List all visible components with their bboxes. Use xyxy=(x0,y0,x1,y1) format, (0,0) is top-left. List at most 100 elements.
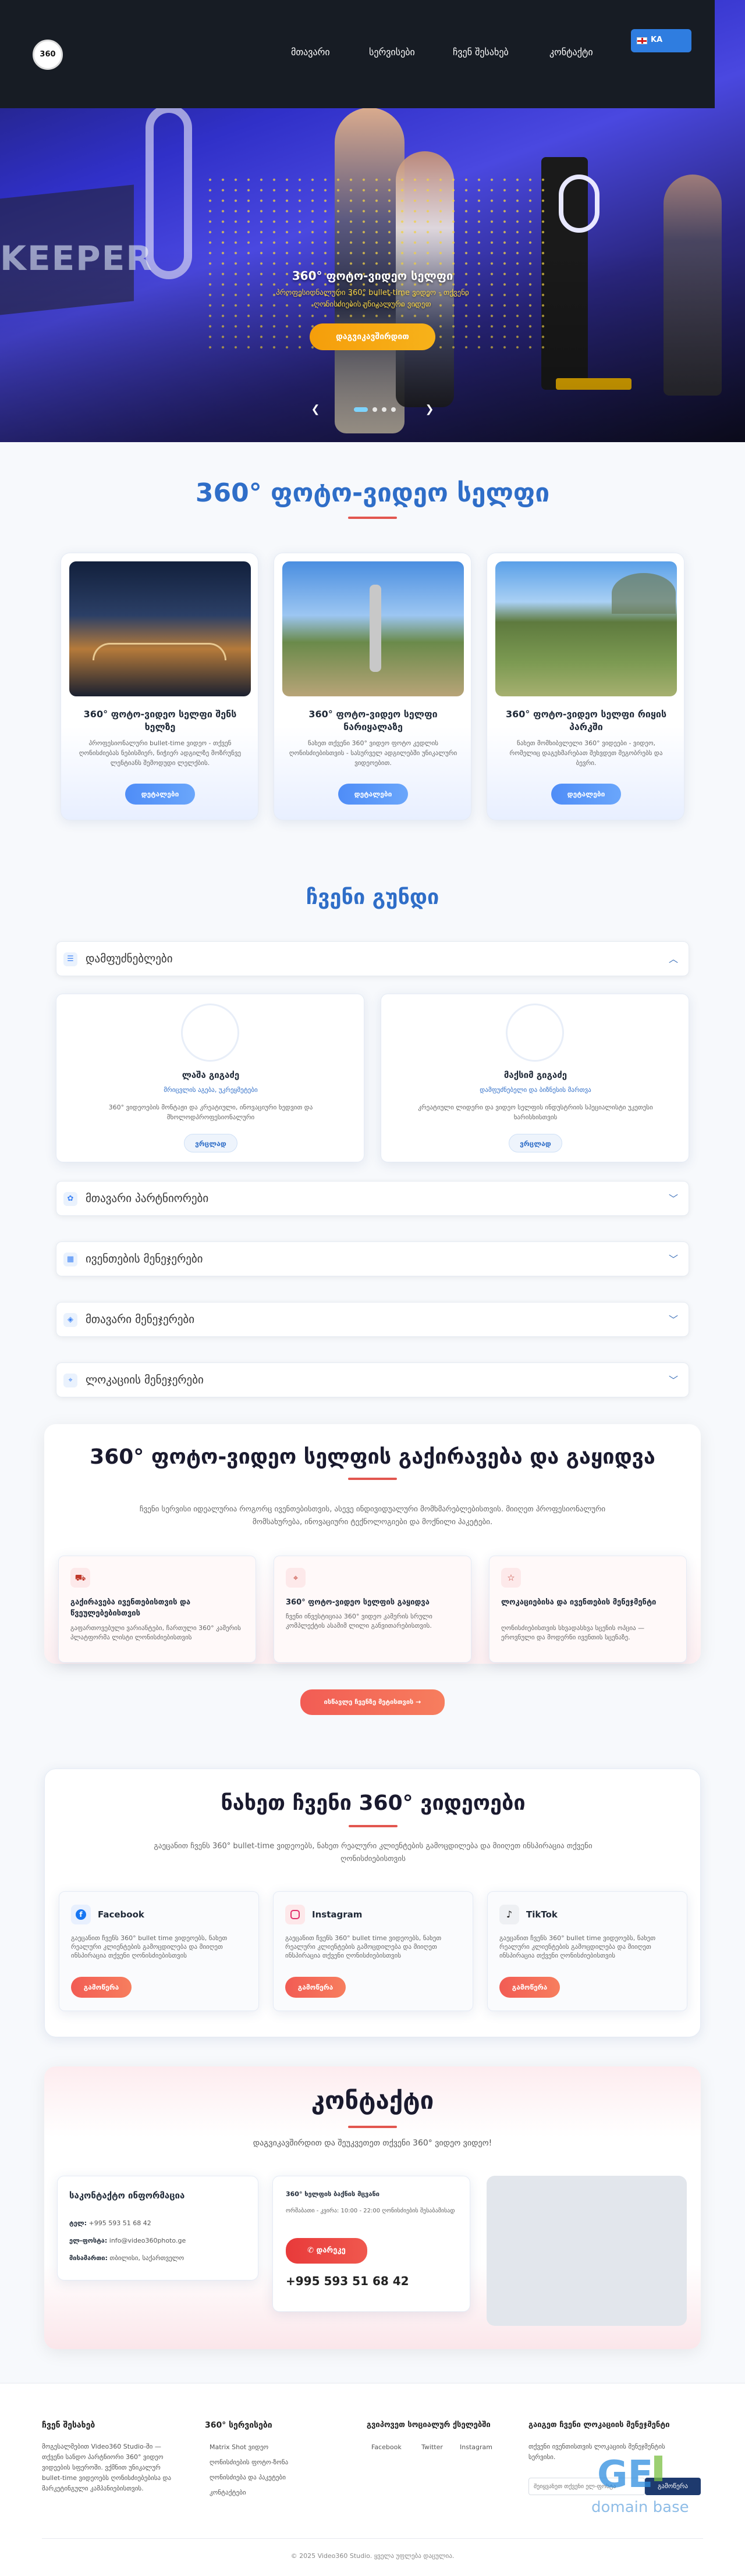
star-icon: ☆ xyxy=(501,1568,521,1588)
handshake-icon: ✿ xyxy=(63,1192,77,1206)
instagram-icon[interactable] xyxy=(285,1905,305,1924)
carousel-prev-button[interactable]: ❮ xyxy=(307,401,324,418)
carousel-dot[interactable] xyxy=(372,407,377,412)
member-role: მრიცვლის აგება, უკრეყმეტები xyxy=(164,1086,258,1094)
carousel-dot[interactable] xyxy=(391,407,396,412)
subscribe-instagram-button[interactable]: გამოწერა xyxy=(285,1977,346,1998)
rental-section: 360° ფოტო-ვიდეო სელფის გაქირავება და გაყ… xyxy=(44,1424,701,1664)
service-image-bridge xyxy=(69,561,251,696)
carousel-next-button[interactable]: ❯ xyxy=(421,401,438,418)
chevron-down-icon: ﹀ xyxy=(668,1314,678,1325)
footer-services-link[interactable]: კონტაქტები xyxy=(210,2487,246,2499)
service-image-kartlis-deda xyxy=(282,561,464,696)
contact-info-card: საკონტაქტო ინფორმაცია ტელ: +995 593 51 6… xyxy=(57,2176,258,2280)
platform-text: გაეცანით ჩვენს 360° bullet time ვიდეოებს… xyxy=(285,1934,442,1959)
contact-section: კონტაქტი დაგვიკავშირდით და შეუკვეთეთ თქვ… xyxy=(44,2066,701,2349)
chevron-down-icon: ﹀ xyxy=(668,1193,678,1204)
title-underline xyxy=(348,517,397,519)
accordion-founders[interactable]: ☰ დამფუძნებლები ︿ xyxy=(56,941,689,976)
service-card-text: ნახეთ მომხიბვლელი 360° ვიდეები - ვიდეო, … xyxy=(509,739,663,767)
copyright-text: © 2025 Video360 Studio. ყველა უფლება დაც… xyxy=(290,2552,455,2560)
team-title: ჩვენი გუნდი xyxy=(306,885,439,909)
carousel-dot-active[interactable] xyxy=(354,407,368,412)
contact-call-card: 360° ხელფის ბაქნის მცვანი ორშაბათი - კვი… xyxy=(272,2176,470,2312)
feature-text: ჩვენი ინვესტიციაა 360° ვიდეო კამერის სრუ… xyxy=(286,1613,432,1629)
big-phone-number[interactable]: +995 593 51 68 42 xyxy=(286,2274,409,2288)
footer-about-text: მოგესალმებით Video360 Studio-ში — თქვენი… xyxy=(42,2443,172,2492)
platform-card-instagram: Instagram გაეცანით ჩვენს 360° bullet tim… xyxy=(273,1891,473,2011)
footer-services-link[interactable]: ღონისძიების ფოტო-ზონა xyxy=(210,2457,288,2468)
language-code: KA xyxy=(651,35,663,44)
platform-name: Instagram xyxy=(312,1909,363,1920)
service-card-title: 360° ფოტო-ვიდეო სელფი რიყის პარკში xyxy=(505,709,667,732)
member-description: 360° ვიდეოების მონტაჟი და კრეატიული, ინო… xyxy=(108,1104,313,1121)
watermark-subtext: domain base xyxy=(591,2499,689,2516)
title-underline xyxy=(348,2126,397,2128)
member-details-button[interactable]: ვრცლად xyxy=(184,1134,237,1152)
member-name: მაქსიმ გიგაძე xyxy=(503,1070,567,1080)
feature-title: ლოკაციებისა და ივენთების მენეჯმენტი xyxy=(501,1598,657,1607)
member-role: დამფუძნებელი და ბიზნესის მართვა xyxy=(480,1086,591,1094)
member-name: ლაშა გიგაძე xyxy=(182,1070,240,1080)
subscribe-facebook-button[interactable]: გამოწერა xyxy=(71,1977,132,1998)
rental-description: ჩვენი სერვისი იდეალურია როგორც ივენთების… xyxy=(139,1505,606,1527)
footer-social-twitter[interactable]: Twitter xyxy=(421,2442,443,2453)
service-card-title: 360° ფოტო-ვიდეო სელფი ნარიყალაზე xyxy=(308,709,438,732)
feature-text: ღონისძიებისთვის სხვადასხვა სცენის ოპცია … xyxy=(501,1624,645,1641)
feature-card: ⛟ გაქირავება ივენთებისთვის და წვეულებები… xyxy=(58,1556,256,1663)
logo[interactable]: 360 xyxy=(33,40,63,70)
language-selector[interactable]: KA xyxy=(631,29,691,52)
rental-cta-button[interactable]: ისწავლე ჩვენზე მეტისთვის → xyxy=(300,1689,445,1715)
footer-social-instagram[interactable]: Instagram xyxy=(460,2442,492,2453)
member-details-button[interactable]: ვრცლად xyxy=(509,1134,562,1152)
platform-name: Facebook xyxy=(98,1909,144,1920)
call-card-text: ორშაბათი - კვირა: 10:00 - 22:00 ღონისძიე… xyxy=(286,2208,455,2214)
phone-value[interactable]: +995 593 51 68 42 xyxy=(89,2219,151,2227)
nav-link-home[interactable]: მთავარი xyxy=(291,47,330,58)
accordion-label: მთავარი მენეჯერები xyxy=(86,1313,195,1326)
hero-subtitle: პროფესიონალური 360° bullet-time ვიდეო - … xyxy=(276,289,469,309)
accordion-location-managers[interactable]: ⌖ ლოკაციის მენეჯერები ﹀ xyxy=(56,1362,689,1397)
email-label: ელ-ფოსტა: xyxy=(69,2237,108,2244)
footer-services-title: 360° სერვისები xyxy=(205,2421,272,2430)
watermark-logo: GE domain base xyxy=(591,2453,708,2523)
email-value[interactable]: info@video360photo.ge xyxy=(109,2237,186,2244)
logo-text: 360 xyxy=(40,50,56,59)
nav-link-services[interactable]: სერვისები xyxy=(369,47,415,58)
contact-info-title: საკონტაქტო ინფორმაცია xyxy=(69,2190,185,2201)
subscribe-tiktok-button[interactable]: გამოწერა xyxy=(499,1977,560,1998)
feature-card: ⌖ 360° ფოტო-ვიდეო სელფის გაყიდვა ჩვენი ი… xyxy=(274,1556,471,1663)
carousel-dot[interactable] xyxy=(382,407,386,412)
service-card: 360° ფოტო-ვიდეო სელფი რიყის პარკში ნახეთ… xyxy=(487,553,684,820)
footer-services-link[interactable]: Matrix Shot ვიდეო xyxy=(210,2442,268,2453)
service-card: 360° ფოტო-ვიდეო სელფი ნარიყალაზე ნახეთ თ… xyxy=(274,553,471,820)
accordion-event-managers[interactable]: ▦ ივენთების მენეჯერები ﹀ xyxy=(56,1241,689,1276)
email-row: ელ-ფოსტა: info@video360photo.ge xyxy=(69,2236,186,2246)
phone-icon: ✆ xyxy=(307,2246,317,2255)
georgia-flag-icon xyxy=(637,37,647,44)
map-pin-icon: ⌖ xyxy=(63,1374,77,1387)
service-card: 360° ფოტო-ვიდეო სელფი შენს ხელზე პროფესი… xyxy=(61,553,258,820)
footer-social-facebook[interactable]: Facebook xyxy=(371,2442,402,2453)
call-button[interactable]: ✆ დარეკე xyxy=(286,2238,367,2264)
badge-icon: ◈ xyxy=(63,1313,77,1327)
nav-link-contact[interactable]: კონტაქტი xyxy=(549,47,593,58)
nav-link-about[interactable]: ჩვენ შესახებ xyxy=(453,47,509,58)
service-details-button[interactable]: დეტალები xyxy=(125,784,195,805)
accordion-main-managers[interactable]: ◈ მთავარი მენეჯერები ﹀ xyxy=(56,1302,689,1337)
tiktok-icon[interactable]: ♪ xyxy=(499,1905,519,1924)
platform-card-tiktok: ♪ TikTok გაეცანით ჩვენს 360° bullet time… xyxy=(487,1891,687,2011)
facebook-icon[interactable]: f xyxy=(71,1905,91,1924)
member-description: კრეატიული ლიდერი და ვიდეო სელფის ინდუსტრ… xyxy=(418,1104,653,1121)
contact-subtitle: დაგვიკავშირდით და შეუკვეთეთ თქვენი 360° … xyxy=(253,2139,492,2148)
footer-services-link[interactable]: ღონისძიება და პაკეტები xyxy=(210,2472,286,2484)
accordion-partners[interactable]: ✿ მთავარი პარტნიორები ﹀ xyxy=(56,1181,689,1216)
service-card-title: 360° ფოტო-ვიდეო სელფი შენს ხელზე xyxy=(83,709,237,732)
watermark-text: GE xyxy=(597,2453,654,2496)
map-placeholder[interactable] xyxy=(487,2176,687,2326)
hero-cta-button[interactable]: დაგვიკავშირდით xyxy=(310,323,435,350)
service-details-button[interactable]: დეტალები xyxy=(551,784,621,805)
top-navbar: 360 მთავარი სერვისები ჩვენ შესახებ კონტა… xyxy=(0,0,715,108)
service-details-button[interactable]: დეტალები xyxy=(338,784,408,805)
call-card-title: 360° ხელფის ბაქნის მცვანი xyxy=(286,2190,379,2198)
